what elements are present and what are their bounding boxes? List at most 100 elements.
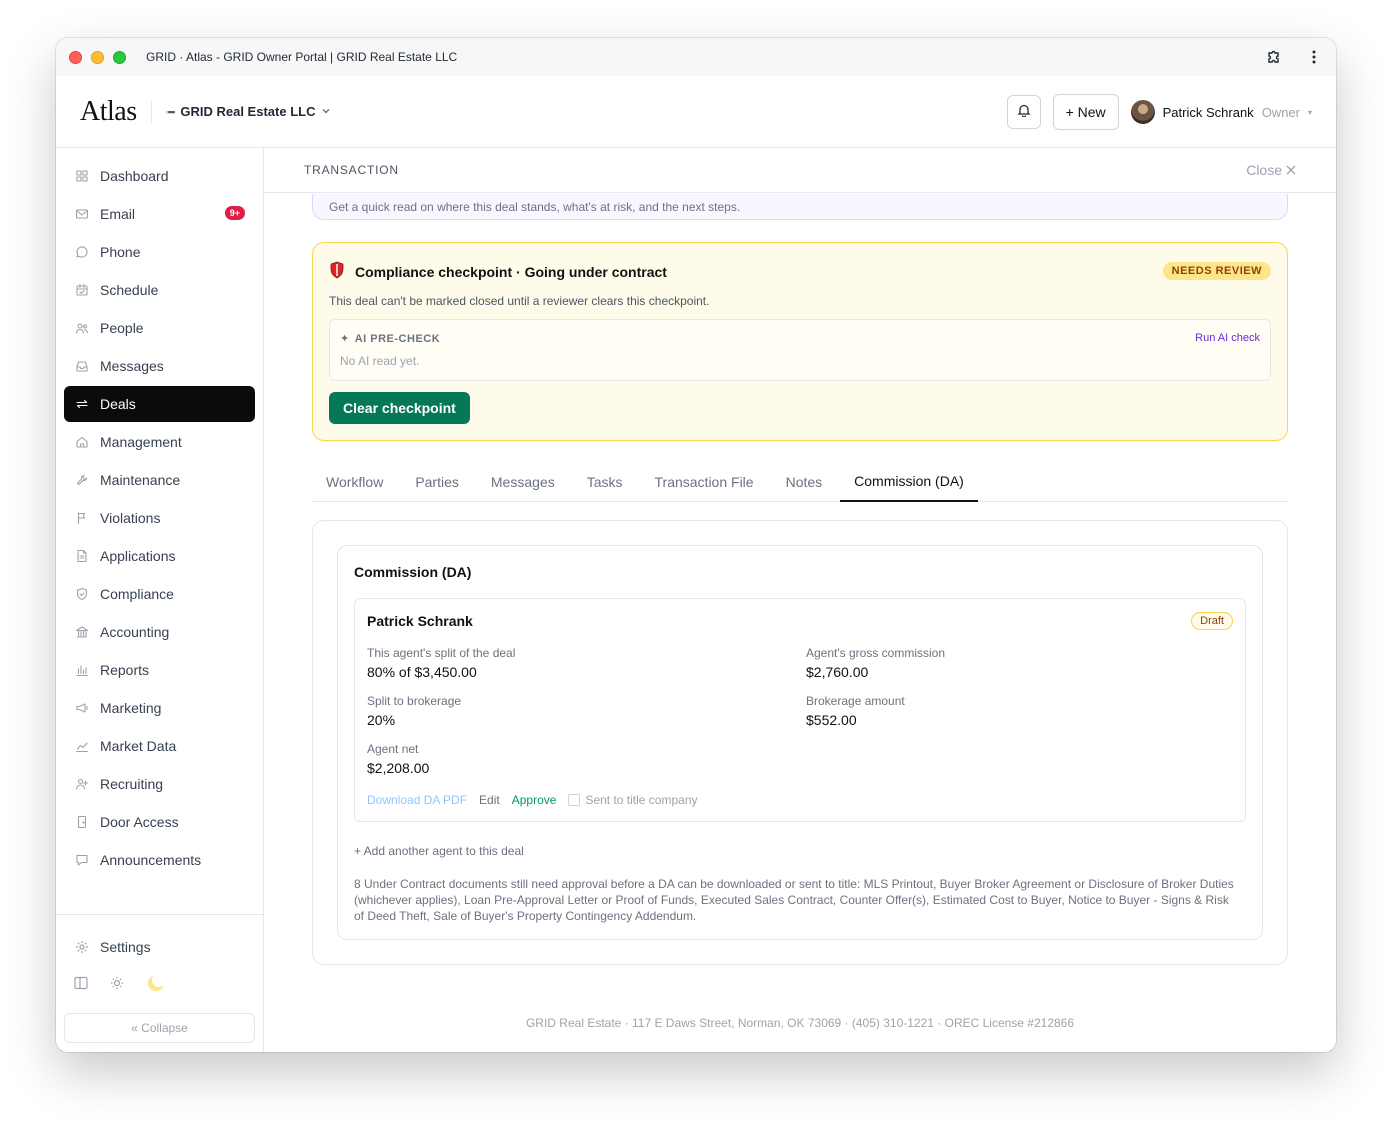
user-role: Owner — [1261, 104, 1300, 120]
bank-icon — [74, 624, 90, 640]
maximize-window-button[interactable] — [113, 50, 126, 64]
commission-title: Commission (DA) — [354, 564, 472, 580]
brokerage-amount-field: Brokerage amount $552.00 — [806, 694, 905, 728]
calendar-icon — [74, 282, 90, 298]
brokerage-amount-value: $552.00 — [806, 712, 857, 728]
minimize-window-button[interactable] — [91, 50, 104, 64]
split-label: This agent's split of the deal — [367, 646, 516, 660]
agent-commission-card: Patrick Schrank Draft This agent's split… — [354, 598, 1246, 822]
sidebar-item-label: Recruiting — [100, 776, 164, 792]
sidebar-item-recruiting[interactable]: Recruiting — [64, 766, 255, 802]
sparkle-icon: ✦ — [340, 333, 350, 345]
sidebar-item-people[interactable]: People — [64, 310, 255, 346]
main-panel: TRANSACTION Close Get a quick read on wh… — [264, 148, 1336, 1052]
header-divider — [150, 100, 152, 123]
sidebar-item-reports[interactable]: Reports — [64, 652, 255, 688]
sidebar-item-management[interactable]: Management — [64, 424, 255, 460]
chevron-down-icon — [321, 104, 331, 119]
sidebar-item-market-data[interactable]: Market Data — [64, 728, 255, 764]
edit-link[interactable]: Edit — [479, 793, 500, 807]
megaphone-icon — [74, 700, 90, 716]
sidebar-item-violations[interactable]: Violations — [64, 500, 255, 536]
tab-workflow[interactable]: Workflow — [312, 462, 397, 502]
user-plus-icon — [74, 776, 90, 792]
sidebar-item-label: Violations — [100, 510, 161, 526]
more-menu-icon[interactable] — [1304, 47, 1324, 67]
sidebar-item-maintenance[interactable]: Maintenance — [64, 462, 255, 498]
tab-tasks[interactable]: Tasks — [573, 462, 637, 502]
sidebar-item-messages[interactable]: Messages — [64, 348, 255, 384]
sidebar-item-label: Applications — [100, 548, 176, 564]
sidebar-item-label: People — [100, 320, 144, 336]
sent-to-title-toggle[interactable]: Sent to title company — [568, 793, 698, 807]
approve-link[interactable]: Approve — [512, 793, 557, 807]
split-field: This agent's split of the deal 80% of $3… — [367, 646, 515, 680]
grid-icon — [74, 168, 90, 184]
agent-name: Patrick Schrank — [367, 613, 473, 629]
org-switcher[interactable]: ◦▪▪▪ GRID Real Estate LLC — [166, 104, 332, 119]
sidebar-nav: Dashboard Email 9+ Phone Schedule People Messa… — [64, 158, 255, 880]
brokerage-split-label: Split to brokerage — [367, 694, 462, 708]
commission-card: Commission (DA) Patrick Schrank Draft Th… — [337, 545, 1263, 940]
shield-alert-icon — [329, 261, 345, 282]
theme-switcher — [74, 973, 166, 998]
app-window: GRID · Atlas - GRID Owner Portal | GRID … — [56, 38, 1336, 1052]
gross-label: Agent's gross commission — [806, 646, 946, 660]
run-ai-check-link[interactable]: Run AI check — [1195, 332, 1260, 344]
org-logo-icon: ◦▪▪▪ — [165, 106, 176, 117]
extensions-icon[interactable] — [1264, 47, 1284, 67]
tab-notes[interactable]: Notes — [772, 462, 837, 502]
tab-messages[interactable]: Messages — [477, 462, 569, 502]
sidebar-item-applications[interactable]: Applications — [64, 538, 255, 574]
unread-count-badge: 9+ — [224, 206, 245, 220]
draft-status-badge: Draft — [1191, 612, 1233, 630]
deals-icon — [74, 396, 90, 412]
avatar — [1130, 100, 1155, 124]
door-icon — [74, 814, 90, 830]
sidebar-item-announcements[interactable]: Announcements — [64, 842, 255, 878]
flag-icon — [74, 510, 90, 526]
sidebar-item-marketing[interactable]: Marketing — [64, 690, 255, 726]
sidebar-item-phone[interactable]: Phone — [64, 234, 255, 270]
download-da-pdf-link[interactable]: Download DA PDF — [367, 793, 467, 807]
add-agent-link[interactable]: + Add another agent to this deal — [354, 844, 524, 858]
collapse-sidebar-button[interactable]: « Collapse — [64, 1013, 255, 1043]
sidebar-item-settings[interactable]: Settings — [64, 929, 255, 965]
close-window-button[interactable] — [69, 50, 82, 64]
tab-transaction-file[interactable]: Transaction File — [641, 462, 768, 502]
tab-parties[interactable]: Parties — [401, 462, 473, 502]
sidebar-item-compliance[interactable]: Compliance — [64, 576, 255, 612]
moon-icon[interactable] — [146, 973, 166, 998]
ai-precheck-box: ✦ AI PRE-CHECK Run AI check No AI read y… — [329, 319, 1271, 381]
clear-checkpoint-button[interactable]: Clear checkpoint — [329, 392, 470, 424]
new-button[interactable]: + New — [1052, 94, 1119, 130]
close-button[interactable]: Close — [1246, 162, 1296, 178]
agent-actions: Download DA PDF Edit Approve Sent to tit… — [367, 793, 698, 807]
sidebar-item-label: Accounting — [100, 624, 170, 640]
sidebar-item-email[interactable]: Email 9+ — [64, 196, 255, 232]
gross-value: $2,760.00 — [806, 664, 869, 680]
home-icon — [74, 434, 90, 450]
sent-to-title-checkbox[interactable] — [568, 794, 581, 806]
notifications-button[interactable] — [1006, 95, 1041, 129]
sidebar-item-deals[interactable]: Deals — [64, 386, 255, 422]
gross-field: Agent's gross commission $2,760.00 — [806, 646, 945, 680]
app-header: Atlas ◦▪▪▪ GRID Real Estate LLC + New Pa… — [56, 76, 1336, 148]
sidebar-item-door-access[interactable]: Door Access — [64, 804, 255, 840]
title-bar: GRID · Atlas - GRID Owner Portal | GRID … — [56, 38, 1336, 76]
sidebar-item-schedule[interactable]: Schedule — [64, 272, 255, 308]
sun-icon[interactable] — [110, 976, 124, 995]
approval-warning-text: 8 Under Contract documents still need ap… — [354, 877, 1234, 923]
app-logo[interactable]: Atlas — [80, 96, 137, 128]
brokerage-split-value: 20% — [367, 712, 396, 728]
sent-to-title-label: Sent to title company — [585, 793, 698, 807]
user-menu[interactable]: Patrick Schrank Owner ▾ — [1130, 100, 1312, 124]
sidebar-item-dashboard[interactable]: Dashboard — [64, 158, 255, 194]
sidebar: Dashboard Email 9+ Phone Schedule People Messa… — [56, 148, 264, 1052]
tab-commission-da[interactable]: Commission (DA) — [840, 462, 978, 502]
layout-toggle-icon[interactable] — [74, 976, 88, 995]
brokerage-amount-label: Brokerage amount — [806, 694, 905, 708]
sidebar-item-accounting[interactable]: Accounting — [64, 614, 255, 650]
transaction-tabs: Workflow Parties Messages Tasks Transaction … — [312, 462, 1288, 502]
agent-net-label: Agent net — [367, 742, 419, 756]
